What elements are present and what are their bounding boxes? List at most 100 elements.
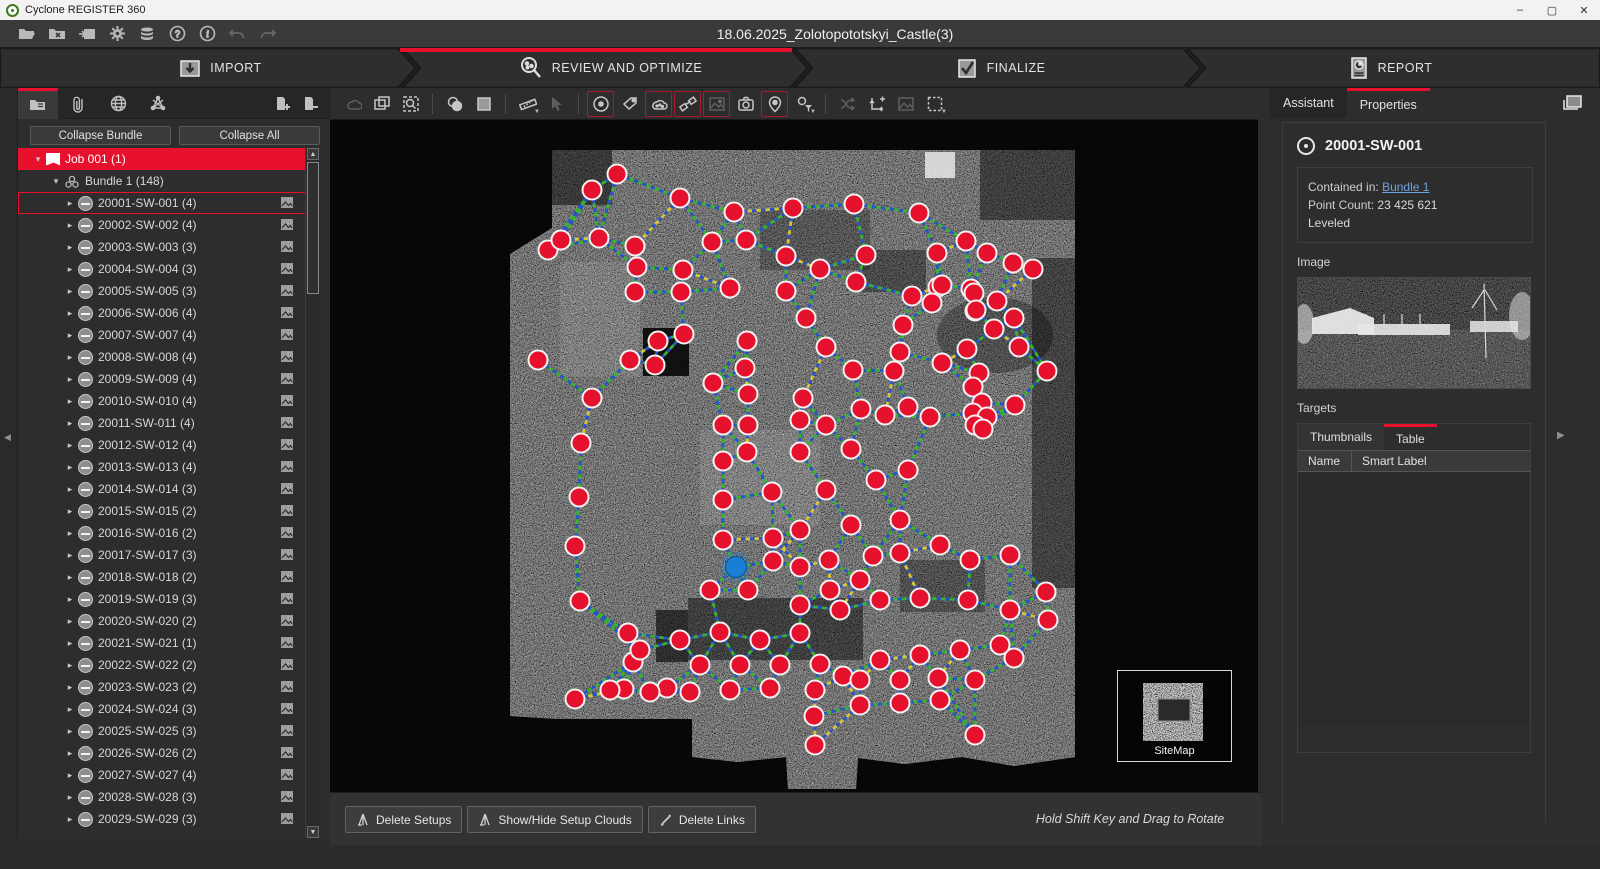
help-icon[interactable]: ? — [162, 22, 192, 46]
collapse-left-panel-icon[interactable]: ◀ — [4, 432, 11, 443]
setup-image-icon[interactable] — [280, 812, 294, 828]
caret-right-icon[interactable]: ▸ — [64, 704, 76, 715]
setup-marker[interactable] — [959, 591, 978, 610]
tree-item-setup[interactable]: ▸20002-SW-002 (4) — [18, 214, 306, 236]
caret-right-icon[interactable]: ▸ — [64, 726, 76, 737]
setup-marker[interactable] — [626, 283, 645, 302]
setup-marker[interactable] — [701, 581, 720, 600]
setup-marker[interactable] — [739, 581, 758, 600]
collapse-right-panel-icon[interactable]: ▶ — [1557, 430, 1565, 441]
scroll-down-icon[interactable]: ▼ — [307, 826, 319, 838]
setup-marker[interactable] — [608, 165, 627, 184]
setup-marker[interactable] — [931, 536, 950, 555]
caret-right-icon[interactable]: ▸ — [64, 308, 76, 319]
setup-marker[interactable] — [885, 362, 904, 381]
caret-right-icon[interactable]: ▸ — [64, 660, 76, 671]
setup-marker[interactable] — [811, 655, 830, 674]
tree-item-setup[interactable]: ▸20010-SW-010 (4) — [18, 390, 306, 412]
setup-marker[interactable] — [891, 671, 910, 690]
tree-item-setup[interactable]: ▸20021-SW-021 (1) — [18, 632, 306, 654]
caret-right-icon[interactable]: ▸ — [64, 418, 76, 429]
setup-marker[interactable] — [794, 389, 813, 408]
show-hide-setup-clouds-button[interactable]: Show/Hide Setup Clouds — [467, 806, 642, 833]
setup-marker[interactable] — [739, 385, 758, 404]
caret-right-icon[interactable]: ▸ — [64, 462, 76, 473]
setup-image-icon[interactable] — [280, 350, 294, 366]
setup-image-icon[interactable] — [280, 306, 294, 322]
show-geotags-button[interactable] — [761, 91, 788, 117]
tab-import[interactable]: IMPORT — [120, 48, 320, 88]
cascade-views-button[interactable] — [368, 91, 395, 117]
caret-right-icon[interactable]: ▸ — [64, 352, 76, 363]
setup-image-icon[interactable] — [280, 592, 294, 608]
setup-marker[interactable] — [806, 681, 825, 700]
setup-marker[interactable] — [834, 667, 853, 686]
tab-review-and-optimize[interactable]: REVIEW AND OPTIMIZE — [470, 48, 750, 88]
column-smart-label[interactable]: Smart Label — [1352, 454, 1427, 468]
pointer-probe-button[interactable] — [543, 91, 570, 117]
setup-image-icon[interactable] — [280, 394, 294, 410]
setup-image-icon[interactable] — [280, 702, 294, 718]
tree-item-setup[interactable]: ▸20022-SW-022 (2) — [18, 654, 306, 676]
setup-marker[interactable] — [797, 309, 816, 328]
setup-marker[interactable] — [899, 461, 918, 480]
import-project-button[interactable] — [72, 22, 102, 46]
storage-icon[interactable] — [132, 22, 162, 46]
caret-right-icon[interactable]: ▸ — [64, 484, 76, 495]
setup-marker[interactable] — [566, 690, 585, 709]
tree-item-setup[interactable]: ▸20026-SW-026 (2) — [18, 742, 306, 764]
setup-marker[interactable] — [674, 261, 693, 280]
setup-marker[interactable] — [903, 287, 922, 306]
close-button[interactable]: ✕ — [1568, 0, 1600, 20]
setup-marker[interactable] — [583, 181, 602, 200]
setup-marker[interactable] — [1001, 601, 1020, 620]
cloud-image-button[interactable] — [892, 91, 919, 117]
tree-item-setup[interactable]: ▸20012-SW-012 (4) — [18, 434, 306, 456]
setup-marker[interactable] — [738, 332, 757, 351]
setup-marker[interactable] — [1024, 260, 1043, 279]
setup-marker[interactable] — [529, 351, 548, 370]
setup-marker[interactable] — [911, 589, 930, 608]
setup-marker[interactable] — [966, 671, 985, 690]
setup-marker[interactable] — [737, 231, 756, 250]
setup-marker[interactable] — [1001, 546, 1020, 565]
bundle-link[interactable]: Bundle 1 — [1382, 180, 1429, 194]
setup-marker[interactable] — [957, 232, 976, 251]
setup-marker[interactable] — [921, 408, 940, 427]
setup-marker[interactable] — [1004, 254, 1023, 273]
settings-gear-icon[interactable] — [102, 22, 132, 46]
setup-marker[interactable] — [842, 516, 861, 535]
caret-right-icon[interactable]: ▸ — [64, 330, 76, 341]
redo-icon[interactable] — [252, 22, 282, 46]
setup-image-icon[interactable] — [280, 416, 294, 432]
column-name[interactable]: Name — [1298, 451, 1352, 471]
setup-marker[interactable] — [714, 491, 733, 510]
setup-marker[interactable] — [923, 294, 942, 313]
setup-marker[interactable] — [570, 488, 589, 507]
setup-image-icon[interactable] — [280, 438, 294, 454]
blend-views-button[interactable] — [441, 91, 468, 117]
tree-item-setup[interactable]: ▸20014-SW-014 (3) — [18, 478, 306, 500]
setup-marker[interactable] — [714, 531, 733, 550]
tree-item-setup[interactable]: ▸20018-SW-018 (2) — [18, 566, 306, 588]
selected-setup-marker[interactable] — [726, 557, 747, 578]
setup-image-icon[interactable] — [280, 526, 294, 542]
setup-marker[interactable] — [974, 420, 993, 439]
dropdown-caret-icon[interactable]: ▼ — [941, 109, 947, 115]
show-labels-button[interactable] — [616, 91, 643, 117]
setup-marker[interactable] — [966, 726, 985, 745]
setup-marker[interactable] — [817, 481, 836, 500]
setup-marker[interactable] — [658, 679, 677, 698]
setup-image-icon[interactable] — [280, 570, 294, 586]
setup-marker[interactable] — [820, 551, 839, 570]
setup-marker[interactable] — [704, 374, 723, 393]
open-project-button[interactable] — [12, 22, 42, 46]
measure-button[interactable]: ▼ — [514, 91, 541, 117]
scroll-thumb[interactable] — [307, 162, 319, 294]
setup-marker[interactable] — [910, 204, 929, 223]
tree-item-setup[interactable]: ▸20025-SW-025 (3) — [18, 720, 306, 742]
setup-marker[interactable] — [791, 596, 810, 615]
setup-marker[interactable] — [791, 558, 810, 577]
setup-marker[interactable] — [821, 581, 840, 600]
setup-marker[interactable] — [761, 679, 780, 698]
